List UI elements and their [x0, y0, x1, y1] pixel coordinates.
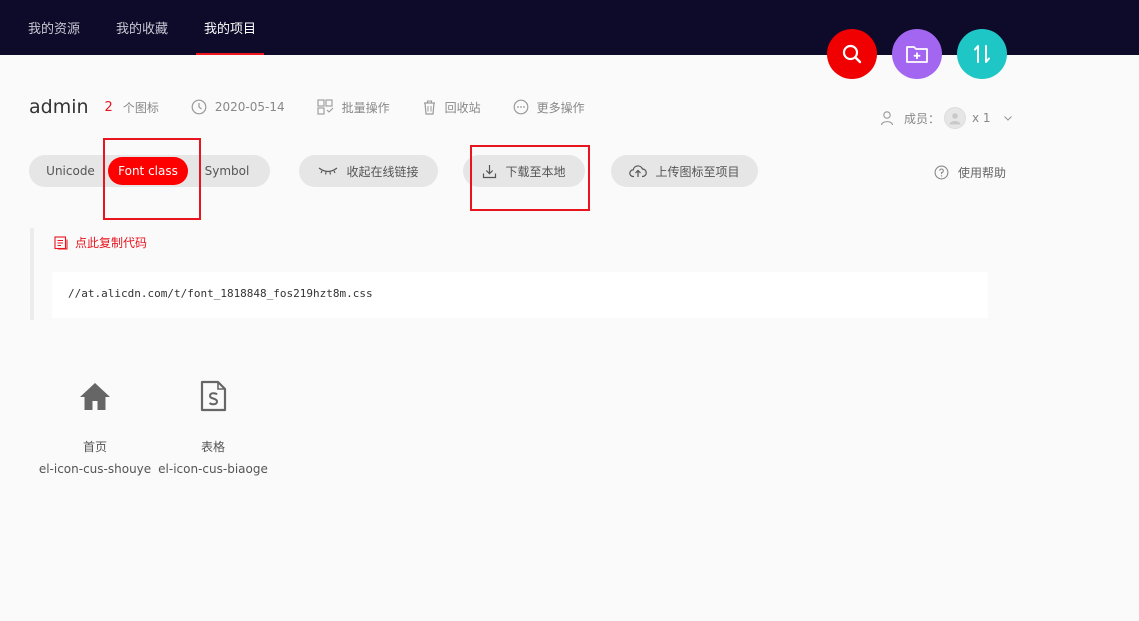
question-circle-icon [934, 165, 949, 180]
tab-my-favorites[interactable]: 我的收藏 [116, 0, 168, 55]
tab-my-projects[interactable]: 我的项目 [196, 0, 265, 55]
project-header: admin 2 个图标 2020-05-14 批量操作 回收站 更多操作 [29, 92, 585, 122]
avatar [944, 107, 967, 129]
unicode-tab[interactable]: Unicode [33, 157, 108, 185]
icon-card[interactable]: 首页 el-icon-cus-shouye [35, 380, 155, 476]
icon-class-name: el-icon-cus-shouye [38, 462, 152, 476]
project-title: admin [29, 96, 89, 118]
file-s-icon [200, 380, 227, 412]
members-label: 成员： [904, 111, 941, 126]
icon-name: 表格 [200, 440, 225, 454]
sort-button[interactable] [957, 29, 1007, 79]
search-button[interactable] [827, 29, 877, 79]
tab-my-resources[interactable]: 我的资源 [28, 0, 80, 55]
batch-operation-label: 批量操作 [341, 100, 390, 115]
home-icon [80, 383, 110, 410]
more-operations-button[interactable]: 更多操作 [513, 99, 585, 116]
icon-class-name: el-icon-cus-biaoge [158, 462, 268, 476]
trash-icon [423, 100, 435, 115]
chevron-down-icon [1003, 116, 1012, 121]
batch-grid-icon [317, 99, 333, 115]
copy-document-icon [54, 235, 68, 249]
online-link-panel: 点此复制代码 //at.alicdn.com/t/font_1818848_fo… [30, 228, 988, 320]
sort-arrows-icon [974, 45, 990, 63]
members-dropdown[interactable]: 成员： x 1 [880, 105, 1013, 131]
recycle-bin-button[interactable]: 回收站 [422, 99, 481, 116]
highlight-box-download [470, 145, 590, 211]
folder-add-icon [906, 46, 928, 63]
icon-count-label: 个图标 [122, 100, 159, 115]
closed-eye-icon [319, 167, 338, 175]
icon-count: 2 [104, 99, 113, 115]
nav-tabs: 我的资源 我的收藏 我的项目 [28, 0, 292, 55]
highlight-box-font-class [103, 138, 201, 220]
copy-code-button[interactable]: 点此复制代码 [54, 234, 147, 251]
search-icon [842, 44, 862, 64]
copy-code-label: 点此复制代码 [75, 236, 148, 250]
more-dots-icon [513, 99, 529, 115]
css-url-box: //at.alicdn.com/t/font_1818848_fos219hzt… [52, 272, 988, 318]
collapse-link-label: 收起在线链接 [346, 164, 419, 179]
upload-label: 上传图标至项目 [655, 164, 740, 179]
members-count: x 1 [972, 111, 991, 125]
project-date-text: 2020-05-14 [214, 100, 285, 114]
more-operations-label: 更多操作 [536, 100, 585, 115]
cloud-upload-icon [629, 165, 648, 178]
project-date: 2020-05-14 [191, 99, 285, 115]
clock-icon [191, 99, 207, 115]
icon-name: 首页 [82, 440, 107, 454]
upload-button[interactable]: 上传图标至项目 [611, 155, 758, 187]
avatar-icon [949, 113, 961, 125]
help-link[interactable]: 使用帮助 [934, 164, 1006, 181]
recycle-bin-label: 回收站 [444, 100, 481, 115]
icon-card[interactable]: 表格 el-icon-cus-biaoge [153, 380, 273, 476]
user-icon [880, 111, 894, 126]
help-label: 使用帮助 [958, 166, 1007, 180]
collapse-link-button[interactable]: 收起在线链接 [299, 155, 438, 187]
batch-operation-button[interactable]: 批量操作 [317, 99, 390, 116]
new-project-button[interactable] [892, 29, 942, 79]
css-url-text[interactable]: //at.alicdn.com/t/font_1818848_fos219hzt… [68, 287, 373, 300]
